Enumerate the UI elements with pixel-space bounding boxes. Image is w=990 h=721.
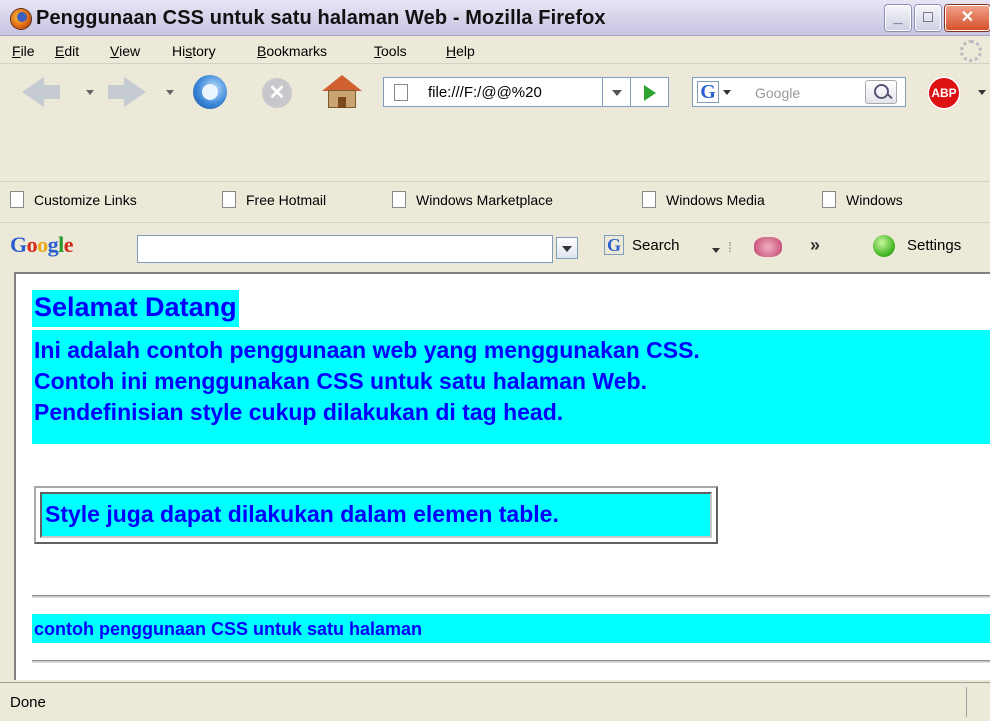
google-search-button[interactable]: G Search: [604, 235, 680, 255]
page-icon: [642, 191, 656, 208]
menu-tools[interactable]: Tools: [374, 43, 407, 59]
bookmark-windows-marketplace[interactable]: Windows Marketplace: [392, 191, 553, 208]
search-box[interactable]: G Google: [692, 77, 906, 107]
menu-edit[interactable]: Edit: [55, 43, 79, 59]
address-dropdown-button[interactable]: [603, 77, 631, 107]
menu-bookmarks[interactable]: Bookmarks: [257, 43, 327, 59]
navigation-toolbar: ✕ file:///F:/@@%20 G Google ABP: [0, 65, 990, 180]
toolbar-separator: ⁞: [728, 239, 732, 255]
google-logo-letter: o: [26, 232, 38, 257]
status-text: Done: [10, 694, 46, 711]
forward-arrow-icon[interactable]: [106, 77, 146, 107]
intro-paragraph: Ini adalah contoh penggunaan web yang me…: [32, 330, 990, 444]
close-button[interactable]: ✕: [945, 5, 990, 31]
back-arrow-icon[interactable]: [22, 77, 62, 107]
window-title: Penggunaan CSS untuk satu halaman Web - …: [36, 7, 606, 29]
adblock-dropdown-icon[interactable]: [978, 90, 986, 95]
back-dropdown-icon[interactable]: [86, 90, 94, 95]
styled-table: Style juga dapat dilakukan dalam elemen …: [34, 486, 718, 544]
title-bar: Penggunaan CSS untuk satu halaman Web - …: [0, 0, 990, 36]
address-bar[interactable]: file:///F:/@@%20: [383, 77, 603, 107]
news-icon[interactable]: [754, 237, 782, 257]
search-icon[interactable]: [865, 80, 897, 104]
maximize-button[interactable]: □: [915, 5, 941, 31]
page-icon: [10, 191, 24, 208]
horizontal-rule: [32, 595, 990, 598]
paragraph-line: Pendefinisian style cukup dilakukan di t…: [34, 399, 564, 425]
navigation-row: ✕ file:///F:/@@%20 G Google ABP: [0, 65, 990, 117]
paragraph-line: Ini adalah contoh penggunaan web yang me…: [34, 337, 700, 363]
google-toolbar: Google G Search ⁞ » Settings: [0, 222, 990, 272]
google-logo-letter: o: [37, 232, 48, 257]
bookmark-free-hotmail[interactable]: Free Hotmail: [222, 191, 326, 208]
google-search-input[interactable]: [137, 235, 553, 263]
resize-grip[interactable]: [966, 687, 986, 717]
forward-dropdown-icon[interactable]: [166, 90, 174, 95]
page-icon: [222, 191, 236, 208]
page-icon: [394, 84, 408, 101]
address-url[interactable]: file:///F:/@@%20: [428, 84, 598, 101]
google-logo-letter: G: [10, 232, 27, 257]
footer-text: contoh penggunaan CSS untuk satu halaman: [32, 614, 990, 643]
page-content: Selamat Datang Ini adalah contoh penggun…: [14, 272, 990, 680]
status-bar: Done: [0, 682, 990, 721]
browser-window: Penggunaan CSS untuk satu halaman Web - …: [0, 0, 990, 721]
search-input[interactable]: Google: [755, 85, 800, 101]
menu-view[interactable]: View: [110, 43, 140, 59]
settings-button[interactable]: Settings: [873, 235, 961, 257]
page-icon: [392, 191, 406, 208]
google-icon[interactable]: G: [697, 81, 719, 103]
google-logo-letter: e: [63, 232, 74, 257]
home-icon[interactable]: [322, 75, 362, 109]
google-icon: G: [604, 235, 624, 255]
menu-file[interactable]: File: [12, 43, 35, 59]
page-heading: Selamat Datang: [32, 290, 239, 327]
page-icon: [822, 191, 836, 208]
stop-icon[interactable]: ✕: [262, 78, 292, 108]
reload-icon[interactable]: [193, 75, 227, 109]
throbber-icon: [960, 40, 982, 62]
bookmarks-toolbar: Customize Links Free Hotmail Windows Mar…: [0, 181, 990, 219]
more-chevron-icon[interactable]: »: [810, 235, 820, 256]
table-cell: Style juga dapat dilakukan dalam elemen …: [40, 492, 712, 538]
google-logo-letter: g: [47, 232, 59, 257]
search-engine-dropdown-icon[interactable]: [723, 90, 731, 95]
search-dropdown-icon[interactable]: [712, 248, 720, 253]
menu-history[interactable]: History: [172, 43, 216, 59]
google-logo[interactable]: Google: [10, 232, 74, 258]
minimize-button[interactable]: _: [885, 5, 911, 31]
horizontal-rule: [32, 660, 990, 663]
bookmark-windows[interactable]: Windows: [822, 191, 903, 208]
paragraph-line: Contoh ini menggunakan CSS untuk satu ha…: [34, 368, 647, 394]
adblock-icon[interactable]: ABP: [927, 76, 961, 110]
menu-bar: File Edit View History Bookmarks Tools H…: [0, 36, 990, 64]
go-button[interactable]: [631, 77, 669, 107]
bookmark-customize-links[interactable]: Customize Links: [10, 191, 137, 208]
google-search-dropdown[interactable]: [556, 237, 578, 259]
menu-help[interactable]: Help: [446, 43, 475, 59]
firefox-icon: [11, 9, 31, 29]
settings-status-icon: [873, 235, 895, 257]
bookmark-windows-media[interactable]: Windows Media: [642, 191, 765, 208]
